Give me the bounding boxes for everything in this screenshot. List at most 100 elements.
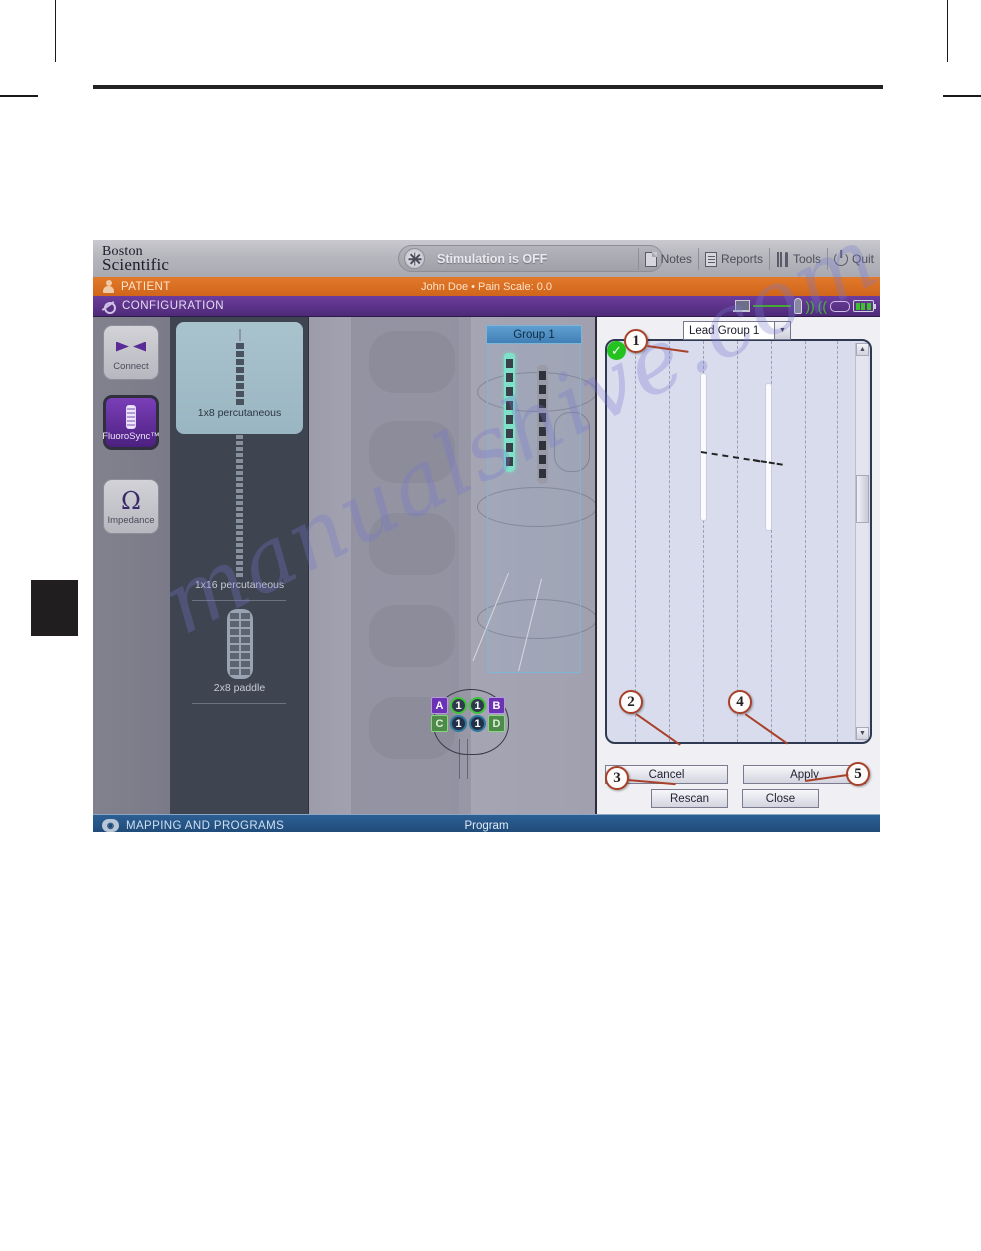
laptop-icon [733, 300, 751, 312]
lead-type-picker: 1x8 percutaneous 1x16 percutaneous 2x8 p [170, 317, 309, 814]
reports-button[interactable]: Reports [704, 251, 763, 267]
lead-option-label-1x8: 1x8 percutaneous [197, 407, 282, 419]
lead-option-label-1x16: 1x16 percutaneous [194, 579, 285, 591]
menu-divider [768, 248, 770, 270]
bottom-bar[interactable]: ◉ MAPPING AND PROGRAMS Program [93, 814, 880, 832]
tools-button[interactable]: Tools [776, 251, 821, 267]
picker-divider-3 [192, 703, 286, 704]
rail-button-impedance[interactable]: Ω Impedance [103, 479, 159, 534]
power-icon [833, 252, 848, 266]
contact-marker-bottom-2[interactable]: 1 [469, 715, 486, 732]
contact-marker-d[interactable]: D [488, 715, 505, 732]
quit-button[interactable]: Quit [833, 252, 874, 266]
menu-divider [826, 248, 828, 270]
rescan-button[interactable]: Rescan [651, 789, 728, 808]
workspace: Connect FluoroSync™ Ω Impedance 1x8 perc… [93, 317, 880, 814]
rail-label-connect: Connect [113, 360, 149, 372]
lead-option-1x16[interactable]: 1x16 percutaneous [170, 435, 309, 596]
configuration-icon [101, 299, 116, 314]
vertebra-shape [369, 421, 455, 483]
lead-option-1x8[interactable]: 1x8 percutaneous [170, 317, 309, 434]
lead-option-label-2x8: 2x8 paddle [213, 682, 266, 694]
stimulation-status-pill[interactable]: Stimulation is OFF [398, 245, 663, 272]
connect-icon [116, 334, 146, 360]
menu-divider [697, 248, 699, 270]
check-icon: ✓ [607, 341, 626, 360]
lead-icon [126, 404, 136, 430]
configuration-bar[interactable]: CONFIGURATION )) (( [93, 296, 880, 317]
chevron-up-icon[interactable]: ▲ [856, 343, 869, 356]
callout-3-number: 3 [605, 766, 629, 790]
fluoro-scrollbar[interactable]: ▲ ▼ [855, 343, 869, 740]
lead-group-dropdown[interactable]: Lead Group 1 ▼ [683, 321, 791, 340]
lead-group-dropdown-value[interactable]: Lead Group 1 [683, 321, 775, 340]
notes-label: Notes [660, 252, 692, 266]
quit-label: Quit [851, 252, 874, 266]
crop-mark-top-left [55, 0, 56, 62]
chevron-down-icon[interactable]: ▼ [775, 321, 791, 340]
anatomy-lead-a-shaft [504, 353, 515, 472]
rail-button-connect[interactable]: Connect [103, 325, 159, 380]
battery-icon [853, 300, 876, 312]
stimulation-status-label: Stimulation is OFF [437, 251, 548, 266]
callout-1-number: 1 [624, 329, 648, 353]
signal-waves-icon-2: (( [817, 298, 827, 314]
rail-label-fluorosync: FluoroSync™ [102, 430, 160, 442]
crop-mark-left [0, 95, 38, 97]
cluster-stem-2 [467, 739, 468, 779]
brand-bar: Boston Scientific Stimulation is OFF Not… [93, 240, 880, 277]
contact-marker-top-2[interactable]: 1 [469, 697, 486, 714]
scrollbar-thumb[interactable] [856, 475, 869, 523]
rail-button-fluorosync[interactable]: FluoroSync™ [102, 395, 160, 450]
group-selection-box [487, 343, 581, 673]
callout-4-number: 4 [728, 690, 752, 714]
patient-info: John Doe • Pain Scale: 0.0 [420, 280, 553, 293]
menu-divider [637, 248, 639, 270]
crop-mark-top-right-2 [947, 0, 948, 62]
vertebra-shape [369, 513, 455, 575]
header-rule [93, 85, 883, 89]
contact-marker-a[interactable]: A [431, 697, 448, 714]
notes-icon [644, 251, 657, 267]
bottom-center-label: Program [464, 819, 509, 832]
paddle-graphic [226, 609, 253, 679]
link-line [753, 305, 792, 307]
tools-icon [776, 251, 789, 267]
signal-waves-icon: )) [805, 298, 815, 314]
tools-label: Tools [792, 252, 821, 266]
contact-marker-top-1[interactable]: 1 [450, 697, 467, 714]
panel-button-group: Cancel Apply Rescan Close [605, 760, 872, 808]
fluoro-image-area[interactable]: ✓ ▲ ▼ [605, 339, 872, 744]
contact-marker-bottom-1[interactable]: 1 [450, 715, 467, 732]
fluoro-panel: Lead Group 1 ▼ ✓ ▲ ▼ Cancel Apply Rescan… [595, 317, 880, 814]
callout-2-number: 2 [619, 690, 643, 714]
patient-bar[interactable]: PATIENT John Doe • Pain Scale: 0.0 [93, 277, 880, 296]
lead-8-graphic [235, 329, 244, 405]
anatomy-lead-b[interactable] [537, 365, 548, 484]
close-button[interactable]: Close [742, 789, 819, 808]
contact-row-bottom: C 1 1 D [431, 715, 505, 732]
boston-scientific-logo: Boston Scientific [102, 244, 169, 273]
application-window: Boston Scientific Stimulation is OFF Not… [93, 240, 880, 832]
notes-button[interactable]: Notes [644, 251, 692, 267]
contact-marker-c[interactable]: C [431, 715, 448, 732]
reports-label: Reports [720, 252, 763, 266]
fluoro-lead-left[interactable] [700, 373, 707, 521]
contact-marker-b[interactable]: B [488, 697, 505, 714]
group-tab[interactable]: Group 1 [486, 325, 582, 344]
chevron-down-icon[interactable]: ▼ [856, 727, 869, 740]
anatomy-lead-a[interactable] [504, 353, 515, 472]
rail-label-impedance: Impedance [107, 514, 155, 526]
callout-5-number: 5 [846, 762, 870, 786]
fluoro-lead-right[interactable] [765, 383, 772, 531]
contact-marker-cluster[interactable]: A 1 1 B C 1 1 D [431, 689, 509, 779]
configuration-section-label: CONFIGURATION [122, 300, 225, 312]
tool-rail: Connect FluoroSync™ Ω Impedance [93, 317, 170, 814]
omega-icon: Ω [121, 486, 141, 515]
top-menu: Notes Reports Tools Quit [632, 246, 874, 272]
anatomy-viewer[interactable]: Group 1 A 1 1 B C 1 1 D [309, 317, 595, 814]
reports-icon [704, 251, 717, 267]
lead-16-graphic [236, 435, 243, 577]
cluster-stem [459, 739, 460, 779]
lead-option-2x8-paddle[interactable]: 2x8 paddle [170, 609, 309, 699]
